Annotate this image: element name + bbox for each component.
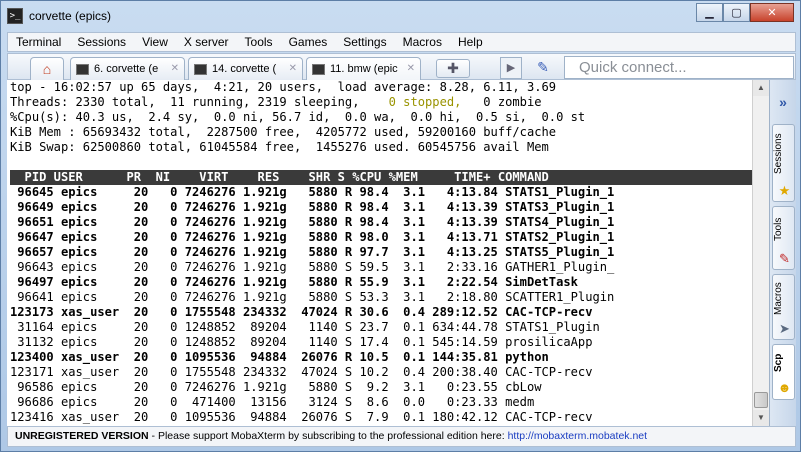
threads-counts: Threads: 2330 total, 11 running, 2319 sl…: [10, 95, 360, 109]
scrollbar-thumb[interactable]: [754, 392, 768, 408]
terminal-icon: [194, 63, 207, 75]
mobaxterm-link[interactable]: http://mobaxterm.mobatek.net: [508, 430, 647, 442]
menu-bar: Terminal Sessions View X server Tools Ga…: [7, 32, 796, 52]
unregistered-label: UNREGISTERED VERSION: [15, 430, 149, 442]
session-tab[interactable]: 6. corvette (e ✕: [70, 57, 185, 80]
side-panel: » Sessions ★ Tools ✎ Macros ➤ Scp ☻: [769, 80, 796, 426]
close-tab-icon[interactable]: ✕: [289, 63, 297, 74]
star-icon: ★: [778, 183, 791, 198]
process-row: 123171 xas_user 20 0 1755548 234332 4702…: [10, 365, 593, 379]
sidebar-tab-label: Tools: [773, 217, 784, 241]
sidebar-tab-scp[interactable]: Scp ☻: [772, 344, 795, 400]
process-row: 96586 epics 20 0 7246276 1.921g 5880 S 9…: [10, 380, 542, 394]
wrench-icon: ✎: [779, 251, 790, 266]
menu-terminal[interactable]: Terminal: [8, 35, 69, 49]
close-tab-icon[interactable]: ✕: [171, 63, 179, 74]
process-row: 96647 epics 20 0 7246276 1.921g 5880 R 9…: [10, 230, 615, 244]
process-row: 123416 xas_user 20 0 1095536 94884 26076…: [10, 410, 593, 424]
process-table: 96645 epics 20 0 7246276 1.921g 5880 R 9…: [10, 185, 752, 425]
menu-settings[interactable]: Settings: [335, 35, 394, 49]
process-row: 96645 epics 20 0 7246276 1.921g 5880 R 9…: [10, 185, 615, 199]
sidebar-tab-label: Scp: [773, 353, 784, 373]
threads-stopped: 0 stopped,: [359, 95, 462, 109]
attach-icon[interactable]: ✎: [532, 57, 554, 79]
smiley-icon: ☻: [777, 380, 792, 395]
menu-help[interactable]: Help: [450, 35, 491, 49]
scroll-up-icon[interactable]: ▲: [753, 80, 769, 96]
threads-line: Threads: 2330 total, 11 running, 2319 sl…: [10, 95, 752, 110]
process-row: 123400 xas_user 20 0 1095536 94884 26076…: [10, 350, 549, 364]
session-tab[interactable]: 14. corvette ( ✕: [188, 57, 303, 80]
home-icon: ⌂: [42, 61, 52, 77]
tab-label: 11. bmw (epic: [330, 63, 398, 75]
sidebar-tab-label: Macros: [773, 282, 784, 316]
swap-line: KiB Swap: 62500860 total, 61045584 free,…: [10, 140, 549, 154]
title-bar[interactable]: >_ corvette (epics) ▁ ▢ ✕: [1, 1, 800, 31]
session-tab-active[interactable]: 11. bmw (epic ✕: [306, 57, 421, 80]
tab-label: 14. corvette (: [212, 63, 277, 75]
terminal-icon: [76, 63, 89, 75]
process-row: 96643 epics 20 0 7246276 1.921g 5880 S 5…: [10, 260, 615, 274]
window-title: corvette (epics): [29, 9, 112, 23]
menu-view[interactable]: View: [134, 35, 176, 49]
process-row: 96651 epics 20 0 7246276 1.921g 5880 R 9…: [10, 215, 615, 229]
terminal-icon: [312, 63, 325, 75]
status-bar: UNREGISTERED VERSION - Please support Mo…: [7, 426, 796, 447]
sidebar-tab-label: Sessions: [773, 133, 784, 175]
terminal-scrollbar[interactable]: ▲ ▼: [752, 80, 769, 426]
window-controls: ▁ ▢ ✕: [696, 3, 794, 22]
paper-plane-icon: ➤: [779, 321, 790, 336]
menu-macros[interactable]: Macros: [395, 35, 450, 49]
process-row: 31164 epics 20 0 1248852 89204 1140 S 23…: [10, 320, 600, 334]
menu-sessions[interactable]: Sessions: [69, 35, 134, 49]
menu-x-server[interactable]: X server: [176, 35, 237, 49]
threads-zombie: 0 zombie: [461, 95, 542, 109]
process-row: 96497 epics 20 0 7246276 1.921g 5880 R 5…: [10, 275, 578, 289]
top-uptime-line: top - 16:02:57 up 65 days, 4:21, 20 user…: [10, 80, 557, 94]
scroll-down-icon[interactable]: ▼: [753, 410, 769, 426]
cpu-line: %Cpu(s): 40.3 us, 2.4 sy, 0.0 ni, 56.7 i…: [10, 110, 586, 124]
double-chevron-right-icon[interactable]: »: [770, 94, 796, 112]
menu-games[interactable]: Games: [281, 35, 336, 49]
app-window: >_ corvette (epics) ▁ ▢ ✕ Terminal Sessi…: [0, 0, 801, 452]
sidebar-tab-macros[interactable]: Macros ➤: [772, 274, 795, 340]
process-row: 31132 epics 20 0 1248852 89204 1140 S 17…: [10, 335, 593, 349]
close-tab-icon[interactable]: ✕: [407, 63, 415, 74]
sidebar-tab-tools[interactable]: Tools ✎: [772, 206, 795, 270]
home-tab[interactable]: ⌂: [30, 57, 64, 80]
process-table-header: PID USER PR NI VIRT RES SHR S %CPU %MEM …: [10, 170, 752, 185]
process-row: 96641 epics 20 0 7246276 1.921g 5880 S 5…: [10, 290, 615, 304]
process-row: 123173 xas_user 20 0 1755548 234332 4702…: [10, 305, 593, 319]
process-row: 96686 epics 20 0 471400 13156 3124 S 8.6…: [10, 395, 535, 409]
new-tab-button[interactable]: ✚: [436, 59, 470, 78]
mem-line: KiB Mem : 65693432 total, 2287500 free, …: [10, 125, 557, 139]
close-button[interactable]: ✕: [750, 3, 794, 22]
play-icon[interactable]: ▶: [500, 57, 522, 79]
process-row: 96649 epics 20 0 7246276 1.921g 5880 R 9…: [10, 200, 615, 214]
maximize-button[interactable]: ▢: [723, 3, 750, 22]
tab-bar: ⌂ 6. corvette (e ✕ 14. corvette ( ✕ 11. …: [7, 53, 796, 80]
sidebar-tab-sessions[interactable]: Sessions ★: [772, 124, 795, 202]
quick-connect-input[interactable]: Quick connect...: [564, 56, 794, 79]
tab-label: 6. corvette (e: [94, 63, 159, 75]
terminal-icon: >_: [7, 8, 23, 24]
process-row: 96657 epics 20 0 7246276 1.921g 5880 R 9…: [10, 245, 615, 259]
status-message: - Please support MobaXterm by subscribin…: [148, 430, 508, 442]
terminal-output[interactable]: top - 16:02:57 up 65 days, 4:21, 20 user…: [7, 80, 752, 426]
menu-tools[interactable]: Tools: [237, 35, 281, 49]
minimize-button[interactable]: ▁: [696, 3, 723, 22]
